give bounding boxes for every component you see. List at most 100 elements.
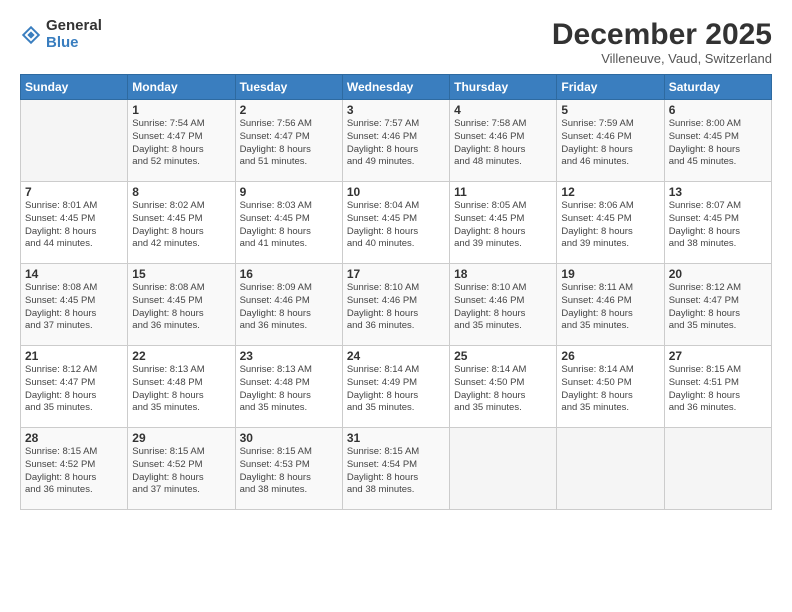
calendar-cell: 15Sunrise: 8:08 AMSunset: 4:45 PMDayligh… (128, 264, 235, 346)
calendar-table: SundayMondayTuesdayWednesdayThursdayFrid… (20, 74, 772, 510)
day-of-week-header: Friday (557, 75, 664, 100)
day-number: 19 (561, 267, 659, 281)
day-number: 11 (454, 185, 552, 199)
calendar-cell: 4Sunrise: 7:58 AMSunset: 4:46 PMDaylight… (450, 100, 557, 182)
calendar-cell: 10Sunrise: 8:04 AMSunset: 4:45 PMDayligh… (342, 182, 449, 264)
calendar-cell: 9Sunrise: 8:03 AMSunset: 4:45 PMDaylight… (235, 182, 342, 264)
day-info: Sunrise: 7:56 AMSunset: 4:47 PMDaylight:… (240, 118, 338, 169)
day-info: Sunrise: 8:07 AMSunset: 4:45 PMDaylight:… (669, 200, 767, 251)
day-info: Sunrise: 8:09 AMSunset: 4:46 PMDaylight:… (240, 282, 338, 333)
calendar-cell (450, 428, 557, 510)
calendar-cell: 31Sunrise: 8:15 AMSunset: 4:54 PMDayligh… (342, 428, 449, 510)
day-info: Sunrise: 8:04 AMSunset: 4:45 PMDaylight:… (347, 200, 445, 251)
day-info: Sunrise: 8:01 AMSunset: 4:45 PMDaylight:… (25, 200, 123, 251)
day-of-week-header: Tuesday (235, 75, 342, 100)
calendar-cell: 2Sunrise: 7:56 AMSunset: 4:47 PMDaylight… (235, 100, 342, 182)
day-of-week-header: Monday (128, 75, 235, 100)
calendar-cell: 24Sunrise: 8:14 AMSunset: 4:49 PMDayligh… (342, 346, 449, 428)
calendar-cell: 18Sunrise: 8:10 AMSunset: 4:46 PMDayligh… (450, 264, 557, 346)
day-number: 6 (669, 103, 767, 117)
calendar-cell: 6Sunrise: 8:00 AMSunset: 4:45 PMDaylight… (664, 100, 771, 182)
day-number: 15 (132, 267, 230, 281)
calendar-cell (21, 100, 128, 182)
day-number: 17 (347, 267, 445, 281)
day-number: 18 (454, 267, 552, 281)
day-info: Sunrise: 8:14 AMSunset: 4:49 PMDaylight:… (347, 364, 445, 415)
day-number: 7 (25, 185, 123, 199)
day-info: Sunrise: 8:05 AMSunset: 4:45 PMDaylight:… (454, 200, 552, 251)
day-of-week-header: Sunday (21, 75, 128, 100)
day-of-week-header: Saturday (664, 75, 771, 100)
day-number: 30 (240, 431, 338, 445)
day-info: Sunrise: 8:10 AMSunset: 4:46 PMDaylight:… (347, 282, 445, 333)
day-info: Sunrise: 8:15 AMSunset: 4:51 PMDaylight:… (669, 364, 767, 415)
logo-general: General (46, 18, 102, 35)
day-number: 10 (347, 185, 445, 199)
day-info: Sunrise: 7:54 AMSunset: 4:47 PMDaylight:… (132, 118, 230, 169)
day-number: 20 (669, 267, 767, 281)
calendar-cell: 19Sunrise: 8:11 AMSunset: 4:46 PMDayligh… (557, 264, 664, 346)
day-number: 28 (25, 431, 123, 445)
calendar-cell: 27Sunrise: 8:15 AMSunset: 4:51 PMDayligh… (664, 346, 771, 428)
day-number: 3 (347, 103, 445, 117)
day-info: Sunrise: 8:11 AMSunset: 4:46 PMDaylight:… (561, 282, 659, 333)
day-info: Sunrise: 8:13 AMSunset: 4:48 PMDaylight:… (132, 364, 230, 415)
day-info: Sunrise: 8:02 AMSunset: 4:45 PMDaylight:… (132, 200, 230, 251)
day-number: 4 (454, 103, 552, 117)
calendar-cell: 29Sunrise: 8:15 AMSunset: 4:52 PMDayligh… (128, 428, 235, 510)
day-number: 27 (669, 349, 767, 363)
calendar-cell: 3Sunrise: 7:57 AMSunset: 4:46 PMDaylight… (342, 100, 449, 182)
day-info: Sunrise: 8:08 AMSunset: 4:45 PMDaylight:… (132, 282, 230, 333)
day-number: 25 (454, 349, 552, 363)
day-number: 14 (25, 267, 123, 281)
calendar-cell: 28Sunrise: 8:15 AMSunset: 4:52 PMDayligh… (21, 428, 128, 510)
day-info: Sunrise: 7:58 AMSunset: 4:46 PMDaylight:… (454, 118, 552, 169)
calendar-cell: 1Sunrise: 7:54 AMSunset: 4:47 PMDaylight… (128, 100, 235, 182)
day-info: Sunrise: 7:57 AMSunset: 4:46 PMDaylight:… (347, 118, 445, 169)
day-number: 16 (240, 267, 338, 281)
day-info: Sunrise: 8:03 AMSunset: 4:45 PMDaylight:… (240, 200, 338, 251)
logo-blue: Blue (46, 35, 102, 52)
calendar-cell: 13Sunrise: 8:07 AMSunset: 4:45 PMDayligh… (664, 182, 771, 264)
day-number: 26 (561, 349, 659, 363)
day-number: 21 (25, 349, 123, 363)
day-info: Sunrise: 8:06 AMSunset: 4:45 PMDaylight:… (561, 200, 659, 251)
day-number: 23 (240, 349, 338, 363)
day-of-week-header: Wednesday (342, 75, 449, 100)
day-number: 29 (132, 431, 230, 445)
title-block: December 2025 Villeneuve, Vaud, Switzerl… (552, 18, 772, 66)
day-info: Sunrise: 8:00 AMSunset: 4:45 PMDaylight:… (669, 118, 767, 169)
calendar-cell: 8Sunrise: 8:02 AMSunset: 4:45 PMDaylight… (128, 182, 235, 264)
day-info: Sunrise: 8:15 AMSunset: 4:53 PMDaylight:… (240, 446, 338, 497)
day-number: 1 (132, 103, 230, 117)
calendar-cell: 20Sunrise: 8:12 AMSunset: 4:47 PMDayligh… (664, 264, 771, 346)
day-number: 24 (347, 349, 445, 363)
day-number: 2 (240, 103, 338, 117)
day-info: Sunrise: 8:12 AMSunset: 4:47 PMDaylight:… (669, 282, 767, 333)
calendar-cell: 17Sunrise: 8:10 AMSunset: 4:46 PMDayligh… (342, 264, 449, 346)
day-info: Sunrise: 8:15 AMSunset: 4:54 PMDaylight:… (347, 446, 445, 497)
day-info: Sunrise: 7:59 AMSunset: 4:46 PMDaylight:… (561, 118, 659, 169)
calendar-cell: 14Sunrise: 8:08 AMSunset: 4:45 PMDayligh… (21, 264, 128, 346)
logo: General Blue (20, 18, 102, 51)
calendar-cell: 16Sunrise: 8:09 AMSunset: 4:46 PMDayligh… (235, 264, 342, 346)
day-info: Sunrise: 8:15 AMSunset: 4:52 PMDaylight:… (25, 446, 123, 497)
day-info: Sunrise: 8:12 AMSunset: 4:47 PMDaylight:… (25, 364, 123, 415)
day-of-week-header: Thursday (450, 75, 557, 100)
day-info: Sunrise: 8:14 AMSunset: 4:50 PMDaylight:… (561, 364, 659, 415)
location-subtitle: Villeneuve, Vaud, Switzerland (552, 51, 772, 66)
day-info: Sunrise: 8:15 AMSunset: 4:52 PMDaylight:… (132, 446, 230, 497)
day-number: 31 (347, 431, 445, 445)
month-title: December 2025 (552, 18, 772, 51)
day-number: 5 (561, 103, 659, 117)
calendar-cell: 25Sunrise: 8:14 AMSunset: 4:50 PMDayligh… (450, 346, 557, 428)
day-number: 12 (561, 185, 659, 199)
calendar-cell: 21Sunrise: 8:12 AMSunset: 4:47 PMDayligh… (21, 346, 128, 428)
day-info: Sunrise: 8:08 AMSunset: 4:45 PMDaylight:… (25, 282, 123, 333)
calendar-cell: 30Sunrise: 8:15 AMSunset: 4:53 PMDayligh… (235, 428, 342, 510)
day-info: Sunrise: 8:14 AMSunset: 4:50 PMDaylight:… (454, 364, 552, 415)
calendar-cell: 12Sunrise: 8:06 AMSunset: 4:45 PMDayligh… (557, 182, 664, 264)
day-number: 9 (240, 185, 338, 199)
calendar-cell (664, 428, 771, 510)
calendar-cell: 22Sunrise: 8:13 AMSunset: 4:48 PMDayligh… (128, 346, 235, 428)
